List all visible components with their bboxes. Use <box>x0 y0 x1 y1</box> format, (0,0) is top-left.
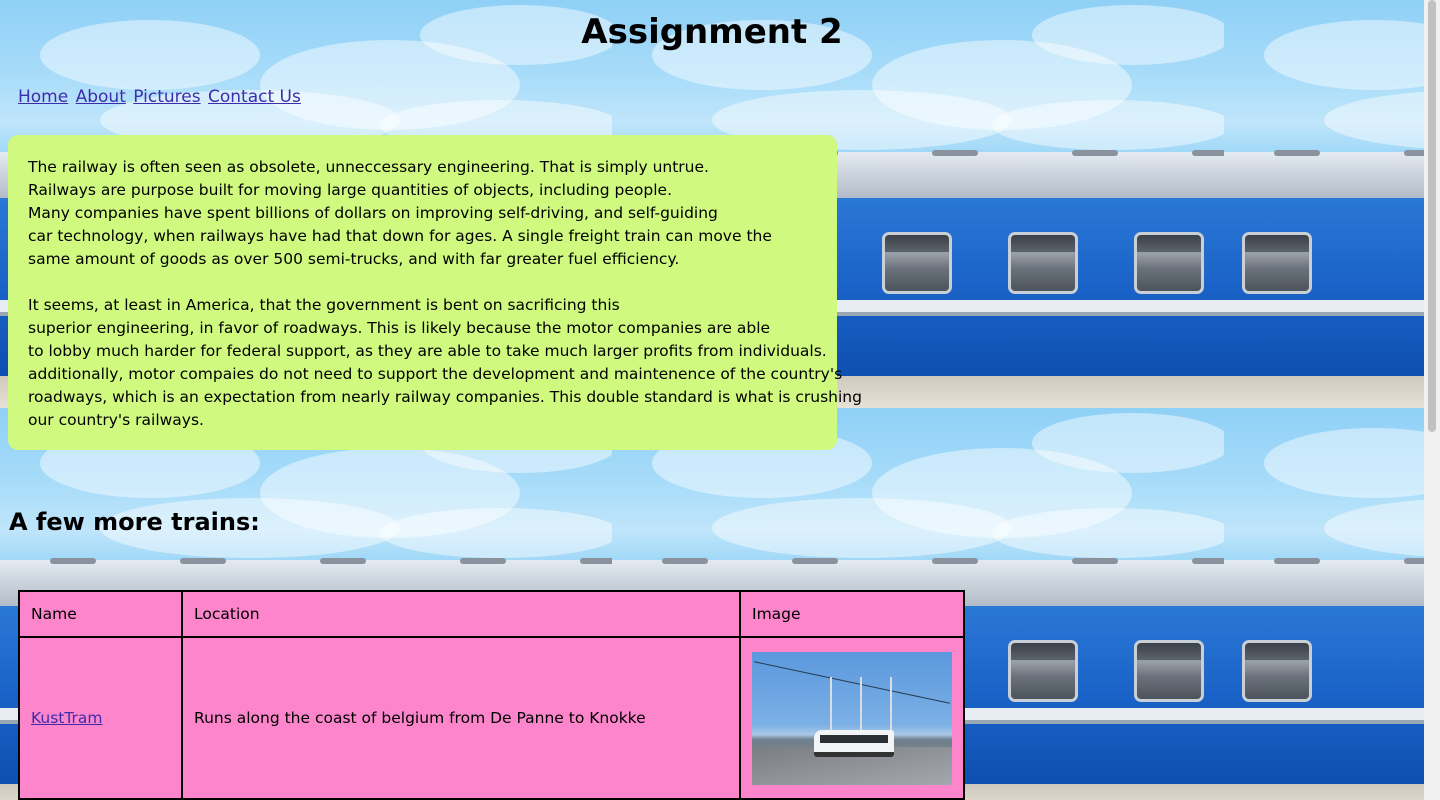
paragraph-spacer <box>28 271 817 294</box>
section-heading: A few more trains: <box>9 508 260 536</box>
main-nav: Home About Pictures Contact Us <box>18 87 303 107</box>
column-header-location: Location <box>181 590 741 638</box>
intro-line: same amount of goods as over 500 semi-tr… <box>28 250 680 268</box>
train-image-cell <box>739 636 965 800</box>
intro-line: Many companies have spent billions of do… <box>28 204 718 222</box>
nav-link-about[interactable]: About <box>76 87 126 107</box>
vertical-scrollbar[interactable] <box>1424 0 1440 800</box>
table-row: KustTram Runs along the coast of belgium… <box>18 636 965 800</box>
table-header-row: Name Location Image <box>18 590 965 638</box>
nav-link-pictures[interactable]: Pictures <box>133 87 200 107</box>
nav-link-contact[interactable]: Contact Us <box>208 87 301 107</box>
intro-line: superior engineering, in favor of roadwa… <box>28 319 771 337</box>
intro-line: to lobby much harder for federal support… <box>28 342 827 360</box>
column-header-image: Image <box>739 590 965 638</box>
intro-line: car technology, when railways have had t… <box>28 227 772 245</box>
page-title: Assignment 2 <box>581 12 843 52</box>
train-name-link[interactable]: KustTram <box>31 709 103 727</box>
intro-line: Railways are purpose built for moving la… <box>28 181 672 199</box>
trains-table: Name Location Image KustTram Runs along … <box>18 590 965 800</box>
intro-text-box: The railway is often seen as obsolete, u… <box>8 135 862 450</box>
intro-line: our country's railways. <box>28 411 204 429</box>
tram-photo <box>752 651 952 785</box>
train-location-cell: Runs along the coast of belgium from De … <box>181 636 741 800</box>
intro-line: additionally, motor compaies do not need… <box>28 365 843 383</box>
intro-line: The railway is often seen as obsolete, u… <box>28 158 709 176</box>
train-name-cell: KustTram <box>18 636 183 800</box>
intro-line: roadways, which is an expectation from n… <box>28 388 862 406</box>
intro-line: It seems, at least in America, that the … <box>28 296 620 314</box>
scrollbar-thumb[interactable] <box>1428 0 1436 432</box>
nav-link-home[interactable]: Home <box>18 87 68 107</box>
column-header-name: Name <box>18 590 183 638</box>
